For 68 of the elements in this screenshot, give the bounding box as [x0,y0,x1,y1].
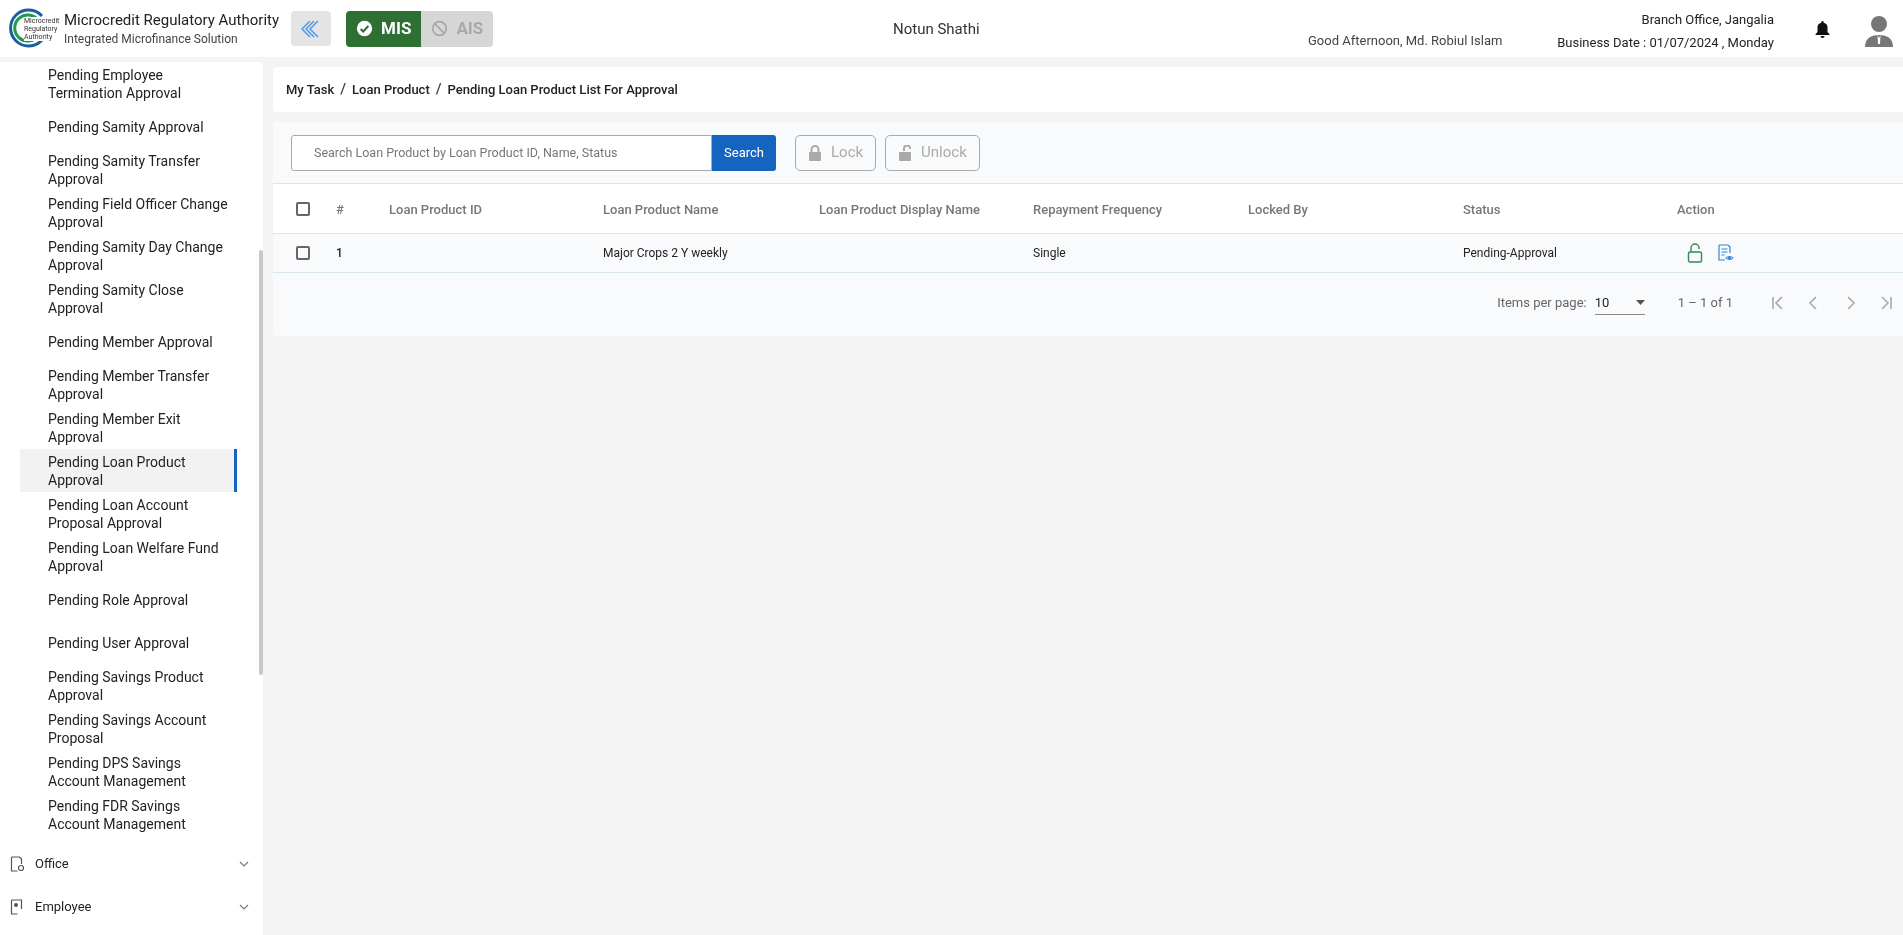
scrollbar[interactable] [259,250,263,675]
sidebar-item[interactable]: Pending Member Transfer Approval [20,363,237,406]
breadcrumb-item: Pending Loan Product List For Approval [447,80,678,99]
notification-bell-icon[interactable] [1814,20,1831,38]
sidebar-section[interactable]: Office [0,842,263,885]
sidebar-item[interactable]: Pending Role Approval [20,578,237,621]
sidebar-item[interactable]: Pending FDR Savings Account Management [20,793,237,836]
branch-name: Branch Office, Jangalia [1640,11,1774,29]
sidebar-item[interactable]: Pending Member Exit Approval [20,406,237,449]
document-eye-icon[interactable] [1717,244,1735,262]
table-cell: Single [1033,246,1066,260]
breadcrumb-item[interactable]: Loan Product [352,79,430,100]
document-gear-icon [10,855,25,872]
sidebar-item[interactable]: Pending Member Approval [20,320,237,363]
breadcrumb-separator: / [435,79,442,101]
sidebar-item[interactable]: Pending Employee Termination Approval [20,62,237,105]
column-header: Locked By [1248,201,1308,217]
column-header: # [336,201,344,217]
table-cell: Major Crops 2 Y weekly [603,246,728,260]
first-page-icon[interactable] [1771,296,1785,310]
sidebar-item[interactable]: Pending Samity Transfer Approval [20,148,237,191]
collapse-button[interactable] [291,11,332,46]
user-avatar-icon[interactable] [1864,14,1894,47]
sidebar-item[interactable]: Pending Samity Day Change Approval [20,234,237,277]
sidebar-item[interactable]: Pending Samity Approval [20,105,237,148]
chevron-down-icon [239,860,249,867]
column-header: Loan Product Display Name [819,201,980,217]
prohibited-icon [431,20,449,37]
column-header: Repayment Frequency [1033,201,1163,217]
unlocked-padlock-icon[interactable] [1687,243,1703,263]
sidebar-item[interactable]: Pending DPS Savings Account Management [20,750,237,793]
sidebar-item[interactable]: Pending User Approval [20,621,237,664]
sidebar-item[interactable]: Pending Field Officer Change Approval [20,191,237,234]
sidebar-item[interactable]: Pending Loan Welfare Fund Approval [20,535,237,578]
sidebar-section[interactable]: Employee [0,885,263,928]
business-date: Business Date : 01/07/2024 , Monday [1557,34,1774,52]
column-header: Action [1677,201,1715,217]
row-checkbox[interactable] [296,246,310,260]
table-cell: Pending-Approval [1463,246,1558,260]
sidebar-item[interactable]: Pending Samity Close Approval [20,277,237,320]
sidebar-item[interactable]: Pending Savings Account Proposal [20,707,237,750]
page-size-select[interactable]: 10 [1594,291,1645,315]
greeting: Good Afternoon, Md. Robiul Islam [1308,32,1503,50]
chevron-down-icon [239,903,249,910]
dropdown-caret-icon [1635,300,1645,305]
last-page-icon[interactable] [1879,296,1893,310]
breadcrumb-item[interactable]: My Task [286,79,335,100]
sidebar-item[interactable]: Pending Loan Account Proposal Approval [20,492,237,535]
id-card-icon [10,898,25,915]
page-range: 1 – 1 of 1 [1677,294,1733,313]
select-all-checkbox[interactable] [296,201,310,216]
column-header: Loan Product ID [389,201,483,217]
check-circle-icon [356,20,374,37]
padlock-icon [808,144,822,161]
search-button[interactable]: Search [712,134,776,171]
unlocked-padlock-icon [898,144,913,161]
sidebar-item[interactable]: Pending Savings Product Approval [20,664,237,707]
table-cell: 1 [336,246,343,260]
app-title: Microcredit Regulatory Authority [64,9,280,30]
column-header: Loan Product Name [603,201,719,217]
module-tab[interactable]: MIS [346,10,422,47]
app-subtitle: Integrated Microfinance Solution [64,30,239,48]
breadcrumb-separator: / [340,79,347,101]
center-title: Notun Shathi [893,19,980,40]
sidebar-item[interactable]: Pending Loan Product Approval [20,449,237,492]
items-per-page-label: Items per page: [1497,294,1587,313]
column-header: Status [1463,201,1501,217]
search-field[interactable]: Search Loan Product by Loan Product ID, Name, Status [291,134,712,171]
